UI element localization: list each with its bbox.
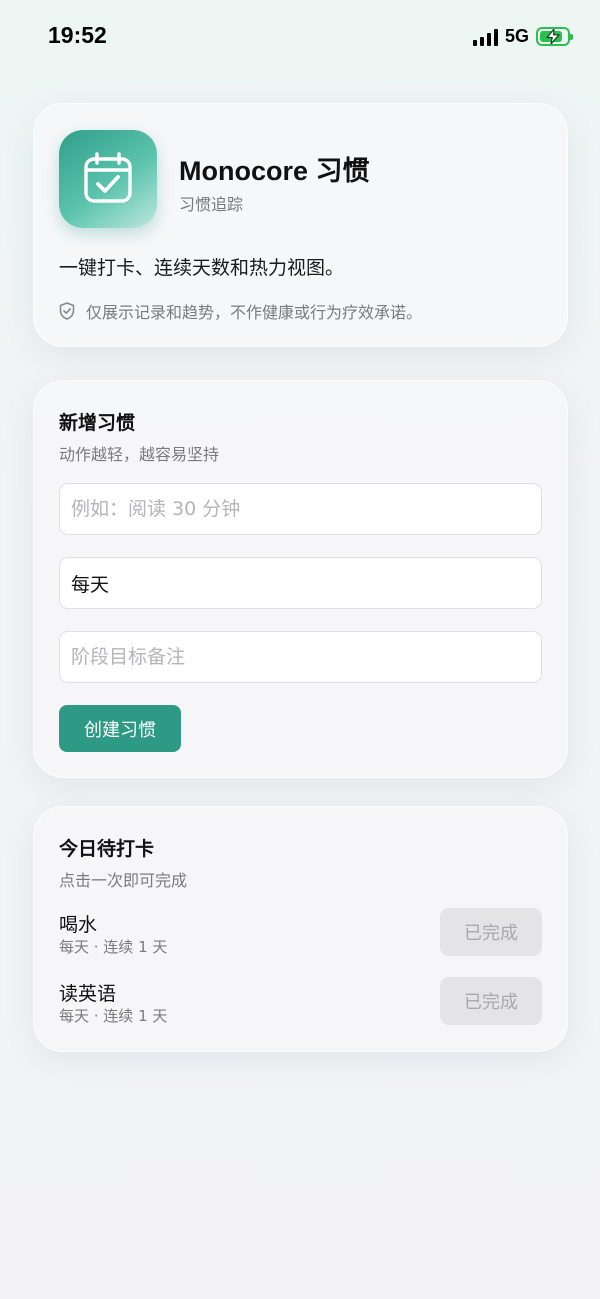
today-title: 今日待打卡 — [59, 838, 155, 860]
app-title: Monocore 习惯 — [179, 156, 370, 186]
habit-done-button[interactable]: 已完成 — [440, 977, 542, 1025]
app-description: 一键打卡、连续天数和热力视图。 — [59, 257, 345, 279]
new-habit-title: 新增习惯 — [59, 412, 136, 434]
new-habit-card: 新增习惯 动作越轻，越容易坚持 每天 创建习惯 — [33, 380, 568, 778]
habit-meta: 每天 · 连续 1 天 — [59, 938, 168, 956]
habit-name-input[interactable] — [59, 483, 542, 535]
disclaimer: 仅展示记录和趋势，不作健康或行为疗效承诺。 — [59, 299, 422, 323]
habit-name: 喝水 — [59, 914, 98, 936]
today-subtitle: 点击一次即可完成 — [59, 871, 188, 890]
habit-meta: 每天 · 连续 1 天 — [59, 1007, 168, 1025]
status-indicators: 5G — [472, 26, 573, 47]
habit-name: 读英语 — [59, 983, 117, 1005]
signal-icon — [472, 28, 498, 46]
goal-note-input[interactable] — [59, 631, 542, 683]
app-info-card: Monocore 习惯 习惯追踪 一键打卡、连续天数和热力视图。 仅展示记录和趋… — [33, 103, 568, 347]
create-habit-button[interactable]: 创建习惯 — [59, 705, 181, 752]
calendar-check-icon — [59, 130, 157, 228]
frequency-select[interactable]: 每天 — [59, 557, 542, 609]
app-subtitle: 习惯追踪 — [179, 195, 244, 214]
habit-done-button[interactable]: 已完成 — [440, 908, 542, 956]
status-bar: 19:52 5G — [0, 0, 600, 78]
new-habit-subtitle: 动作越轻，越容易坚持 — [59, 445, 220, 464]
today-checkin-card: 今日待打卡 点击一次即可完成 喝水 每天 · 连续 1 天 已完成 读英语 每天… — [33, 806, 568, 1052]
status-time: 19:52 — [48, 22, 107, 48]
network-label: 5G — [504, 26, 529, 46]
disclaimer-text: 仅展示记录和趋势，不作健康或行为疗效承诺。 — [86, 303, 423, 322]
battery-charging-icon — [536, 27, 573, 46]
shield-check-icon — [59, 302, 75, 320]
frequency-value: 每天 — [71, 573, 110, 596]
